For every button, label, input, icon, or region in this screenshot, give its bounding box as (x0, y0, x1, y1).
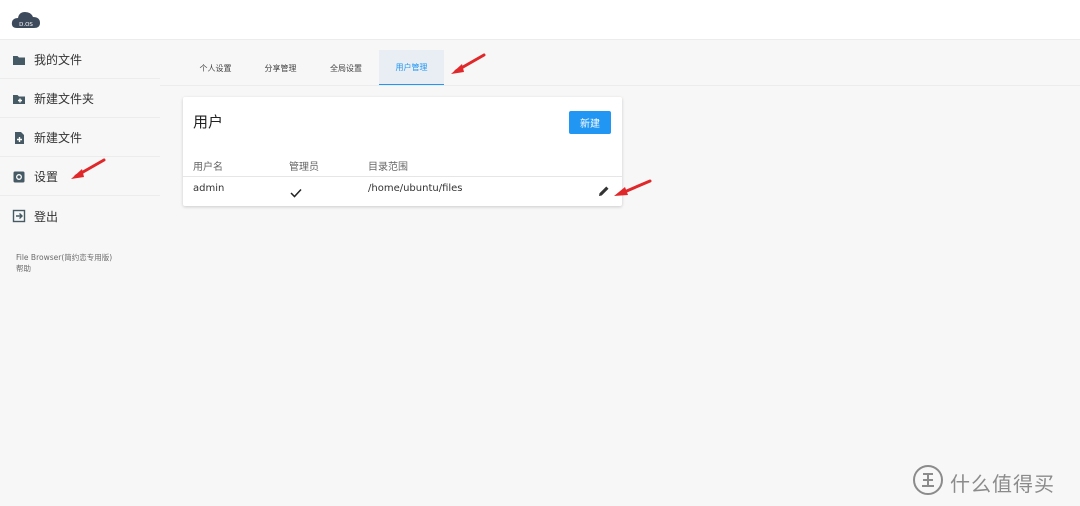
zhi-logo-icon (912, 464, 944, 500)
cloud-logo-icon[interactable]: D.OS (10, 8, 42, 32)
cell-scope: /home/ubuntu/files (368, 183, 463, 194)
logout-icon (12, 209, 26, 223)
sidebar-item-my-files[interactable]: 我的文件 (0, 41, 160, 79)
annotation-arrow-settings (71, 158, 106, 179)
tabs-divider (160, 85, 1080, 86)
settings-tabs: 个人设置 分享管理 全局设置 用户管理 (183, 50, 444, 86)
help-link[interactable]: 帮助 (16, 263, 112, 274)
card-title: 用户 (193, 113, 224, 131)
sidebar-item-logout[interactable]: 登出 (0, 197, 160, 235)
top-bar: D.OS (0, 0, 1080, 40)
tab-share-management[interactable]: 分享管理 (248, 50, 313, 86)
check-icon (290, 183, 302, 198)
sidebar-item-new-folder[interactable]: 新建文件夹 (0, 80, 160, 118)
settings-icon (12, 170, 26, 184)
edit-pencil-icon[interactable] (598, 182, 610, 196)
table-divider (183, 176, 622, 177)
tab-global-settings[interactable]: 全局设置 (313, 50, 379, 86)
column-header-scope: 目录范围 (368, 162, 408, 173)
tab-user-management[interactable]: 用户管理 (379, 50, 444, 86)
new-user-button[interactable]: 新建 (569, 111, 611, 134)
new-file-icon (12, 131, 26, 145)
tab-profile-settings[interactable]: 个人设置 (183, 50, 248, 86)
users-card: 用户 新建 用户名 管理员 目录范围 admin /home/ubuntu/fi… (183, 97, 622, 206)
sidebar-item-label: 新建文件 (34, 131, 83, 145)
sidebar-item-label: 设置 (34, 170, 59, 184)
logo-text: D.OS (19, 22, 33, 28)
sidebar-item-new-file[interactable]: 新建文件 (0, 119, 160, 157)
new-folder-icon (12, 92, 26, 106)
sidebar-footer: File Browser(简约恋专用版) 帮助 (16, 252, 112, 274)
column-header-username: 用户名 (193, 162, 223, 173)
annotation-arrow-tab (451, 53, 486, 74)
folder-icon (12, 53, 26, 67)
sidebar: 我的文件 新建文件夹 新建文件 设置 登出 File Browser(简约恋专用… (0, 40, 160, 506)
annotation-arrow-edit (614, 179, 652, 196)
watermark: 什么值得买 (912, 464, 1055, 500)
sidebar-item-label: 我的文件 (34, 53, 83, 67)
watermark-text: 什么值得买 (950, 471, 1055, 496)
column-header-admin: 管理员 (289, 162, 319, 173)
app-name-link[interactable]: File Browser(简约恋专用版) (16, 252, 112, 263)
sidebar-item-label: 新建文件夹 (34, 92, 95, 106)
sidebar-item-label: 登出 (34, 209, 59, 224)
cell-username: admin (193, 183, 225, 194)
